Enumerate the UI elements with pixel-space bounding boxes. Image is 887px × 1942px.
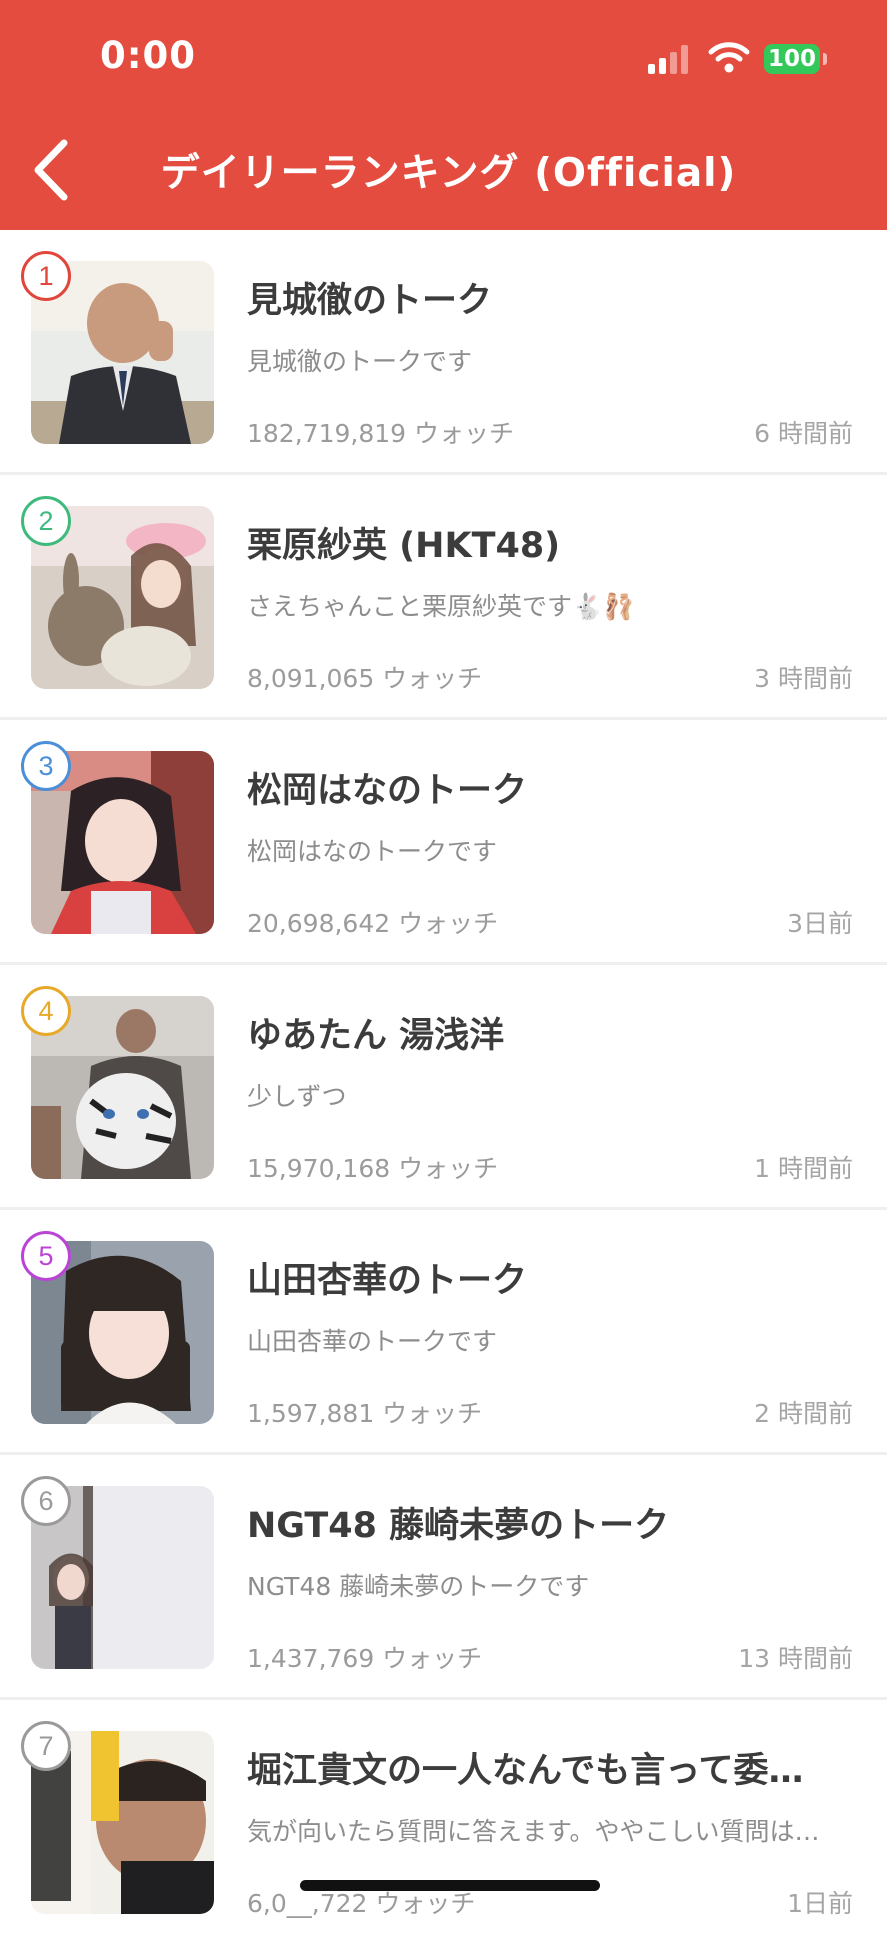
- battery-icon: 100: [764, 44, 820, 74]
- rank-badge: 1: [21, 251, 71, 301]
- rank-badge: 7: [21, 1721, 71, 1771]
- ranking-list: 1 見城徹のトーク 見城徹のトークです 182,719,819 ウォッチ 6 時…: [0, 230, 887, 1942]
- wifi-icon: [708, 42, 750, 73]
- cellular-signal-icon: [648, 44, 694, 74]
- rank-badge: 6: [21, 1476, 71, 1526]
- talk-title: NGT48 藤崎未夢のトーク: [247, 1506, 670, 1546]
- rank-badge: 2: [21, 496, 71, 546]
- app-header: 0:00 100 デイリーランキング (Official): [0, 0, 887, 230]
- ranking-row[interactable]: 2 栗原紗英 (HKT48) さえちゃんこと栗原紗英です🐇🩰 8,091,065…: [0, 475, 887, 720]
- talk-title: 見城徹のトーク: [247, 281, 493, 321]
- page-title: デイリーランキング (Official): [160, 151, 737, 196]
- watch-count: 20,698,642 ウォッチ: [247, 909, 499, 938]
- status-time: 0:00: [100, 34, 197, 77]
- talk-description: 松岡はなのトークです: [247, 837, 498, 866]
- updated-time: 6 時間前: [754, 419, 853, 448]
- ranking-row[interactable]: 4 ゆあたん 湯浅洋 少しずつ 15,970,168 ウォッチ 1 時間前: [0, 965, 887, 1210]
- talk-title: 堀江貴文の一人なんでも言って委…: [247, 1751, 804, 1791]
- talk-description: さえちゃんこと栗原紗英です🐇🩰: [247, 592, 635, 621]
- talk-description: NGT48 藤崎未夢のトークです: [247, 1572, 590, 1601]
- home-indicator[interactable]: [300, 1880, 600, 1891]
- watch-count: 182,719,819 ウォッチ: [247, 419, 514, 448]
- rank-badge: 4: [21, 986, 71, 1036]
- ranking-row[interactable]: 3 松岡はなのトーク 松岡はなのトークです 20,698,642 ウォッチ 3日…: [0, 720, 887, 965]
- talk-title: 松岡はなのトーク: [247, 771, 528, 811]
- talk-description: 気が向いたら質問に答えます。ややこしい質問は…: [247, 1817, 820, 1846]
- talk-title: ゆあたん 湯浅洋: [247, 1016, 505, 1056]
- watch-count: 8,091,065 ウォッチ: [247, 664, 483, 693]
- watch-count: 1,597,881 ウォッチ: [247, 1399, 483, 1428]
- rank-badge: 3: [21, 741, 71, 791]
- updated-time: 1日前: [787, 1889, 853, 1918]
- rank-badge: 5: [21, 1231, 71, 1281]
- ranking-row[interactable]: 7 堀江貴文の一人なんでも言って委… 気が向いたら質問に答えます。ややこしい質問…: [0, 1700, 887, 1942]
- watch-count: 1,437,769 ウォッチ: [247, 1644, 483, 1673]
- updated-time: 3日前: [787, 909, 853, 938]
- updated-time: 3 時間前: [754, 664, 853, 693]
- ranking-row[interactable]: 5 山田杏華のトーク 山田杏華のトークです 1,597,881 ウォッチ 2 時…: [0, 1210, 887, 1455]
- talk-description: 少しずつ: [247, 1082, 347, 1111]
- ranking-row[interactable]: 1 見城徹のトーク 見城徹のトークです 182,719,819 ウォッチ 6 時…: [0, 230, 887, 475]
- battery-tip: [823, 53, 827, 65]
- watch-count: 15,970,168 ウォッチ: [247, 1154, 499, 1183]
- talk-description: 山田杏華のトークです: [247, 1327, 498, 1356]
- talk-title: 山田杏華のトーク: [247, 1261, 528, 1301]
- updated-time: 2 時間前: [754, 1399, 853, 1428]
- updated-time: 1 時間前: [754, 1154, 853, 1183]
- talk-description: 見城徹のトークです: [247, 347, 473, 376]
- updated-time: 13 時間前: [738, 1644, 853, 1673]
- talk-title: 栗原紗英 (HKT48): [247, 526, 561, 566]
- ranking-row[interactable]: 6 NGT48 藤崎未夢のトーク NGT48 藤崎未夢のトークです 1,437,…: [0, 1455, 887, 1700]
